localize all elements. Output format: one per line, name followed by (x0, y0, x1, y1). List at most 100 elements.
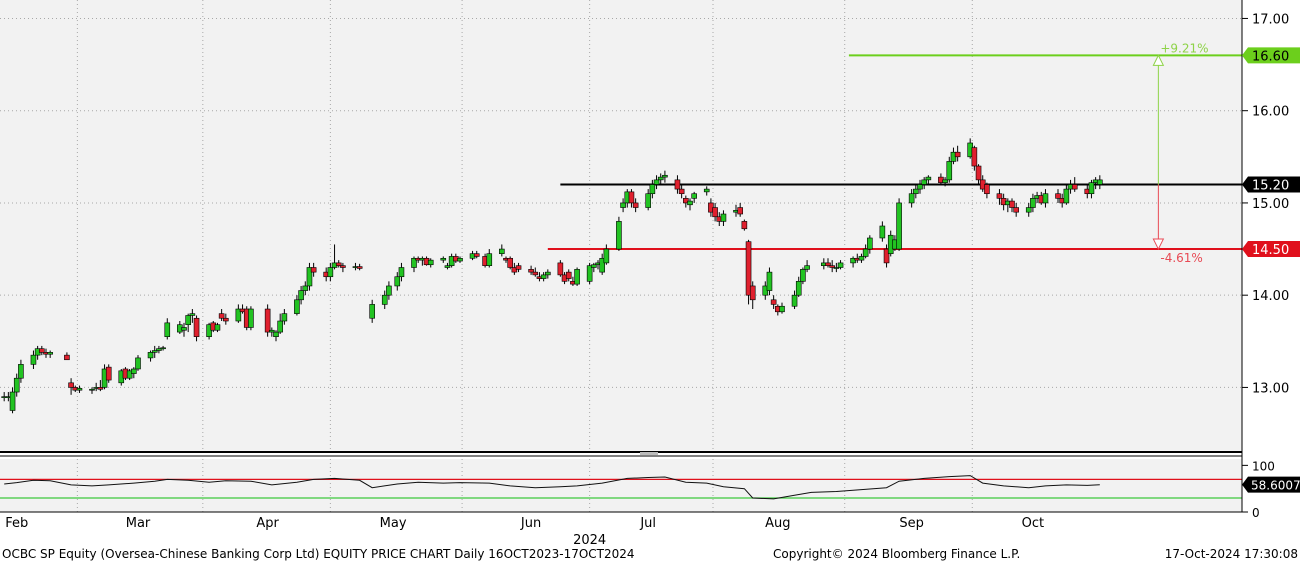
level-tag: 15.20 (1242, 176, 1300, 193)
candle-body (160, 347, 166, 350)
candle-body (628, 191, 635, 204)
candle-body (457, 257, 463, 262)
candle-body (649, 184, 656, 195)
candle-body (507, 257, 513, 268)
candle-body (620, 202, 626, 208)
candle-body (1063, 188, 1070, 204)
candle-body (749, 285, 756, 301)
candle-body (18, 364, 24, 379)
candle-body (218, 313, 225, 319)
candle-body (770, 299, 777, 305)
candle-body (164, 322, 171, 337)
candle-body (335, 262, 342, 266)
candle-body (181, 327, 187, 331)
candle-body (867, 237, 873, 250)
candle-body (913, 188, 919, 195)
month-label: Feb (5, 516, 28, 531)
candle-body (1071, 184, 1078, 190)
candle-body (678, 188, 685, 195)
candle-body (189, 313, 196, 316)
chart-footer-timestamp: 17-Oct-2024 17:30:08 (1164, 547, 1298, 561)
level-tag: 14.50 (1242, 241, 1300, 258)
candle-body (294, 299, 300, 314)
time-axis: Feb Mar Apr May Jun Jul Aug Sep Oct 2024 (5, 516, 1044, 548)
candle-body (427, 259, 434, 266)
price-chart: +9.21% -4.61% 13.00 14.00 15.00 16.00 17.00 15.… (0, 0, 1300, 548)
candle-body (1097, 179, 1103, 185)
level-tag-label: 15.20 (1252, 178, 1289, 193)
candle-body (440, 257, 447, 261)
candle-body (193, 317, 200, 337)
candle-body (369, 304, 375, 319)
candle-body (473, 253, 480, 257)
candle-body (135, 357, 141, 370)
candle-body (879, 225, 886, 239)
candle-body (954, 151, 961, 158)
candle-body (1030, 198, 1036, 208)
candle-body (975, 165, 982, 181)
candle-up (574, 267, 580, 286)
candle-body (298, 290, 304, 301)
candle-body (703, 188, 710, 193)
target-percent-label: +9.21% (1160, 41, 1208, 55)
month-label: Apr (256, 516, 279, 531)
candle-down (105, 364, 112, 383)
candle-body (532, 271, 539, 276)
candle-body (281, 313, 288, 322)
candle-body (515, 265, 522, 270)
candle-body (327, 267, 334, 278)
candle-body (804, 265, 810, 270)
candle-body (565, 271, 572, 279)
candle-body (47, 352, 53, 355)
candle-body (720, 213, 727, 222)
candle-body (105, 366, 112, 381)
candle-body (1088, 182, 1095, 195)
candle-body (39, 348, 45, 353)
candle-body (248, 308, 254, 328)
level-tag-label: 16.60 (1252, 49, 1289, 64)
rsi-last-value-tag: 58.6007 (1242, 476, 1300, 493)
candle-body (76, 388, 83, 391)
candle-body (499, 248, 505, 254)
candle-body (223, 317, 229, 322)
candle-body (386, 285, 392, 296)
candle-body (925, 176, 932, 181)
month-label: Aug (765, 516, 790, 531)
price-tick-label: 15.00 (1252, 197, 1289, 212)
month-label: May (380, 516, 407, 531)
candle-body (574, 269, 580, 285)
rsi-last-value-label: 58.6007 (1251, 479, 1300, 493)
level-tag: 16.60 (1242, 47, 1300, 64)
candle-body (557, 262, 564, 276)
price-axis: 13.00 14.00 15.00 16.00 17.00 (1242, 12, 1289, 396)
candle-body (591, 264, 597, 268)
candle-up (616, 216, 622, 251)
candle-body (837, 262, 844, 268)
candle-up (896, 198, 902, 251)
rsi-tick-label: 0 (1252, 506, 1260, 520)
chart-root: +9.21% -4.61% 13.00 14.00 15.00 16.00 17.00 15.… (0, 0, 1300, 565)
candle-body (9, 391, 16, 411)
candle-body (30, 354, 37, 365)
candle-body (653, 179, 660, 185)
candle-body (1013, 207, 1019, 213)
candle-body (791, 294, 798, 307)
candle-body (264, 308, 271, 333)
candle-body (131, 368, 137, 374)
candle-body (908, 193, 915, 204)
chart-footer-title: OCBC SP Equity (Oversea-Chinese Banking … (2, 547, 635, 561)
month-label: Jul (639, 516, 656, 531)
candle-body (1009, 200, 1015, 208)
year-label: 2024 (573, 533, 606, 548)
candle-body (340, 265, 346, 268)
candle-body (277, 320, 283, 333)
price-tick-label: 17.00 (1252, 12, 1289, 27)
candle-body (486, 253, 493, 266)
candle-body (1055, 193, 1061, 199)
candle-body (971, 147, 978, 167)
price-tick-label: 14.00 (1252, 289, 1289, 304)
candle-body (741, 221, 748, 230)
candle-body (632, 202, 639, 208)
chart-footer-copyright: Copyright© 2024 Bloomberg Finance L.P. (773, 547, 1021, 561)
candle-body (356, 266, 363, 269)
